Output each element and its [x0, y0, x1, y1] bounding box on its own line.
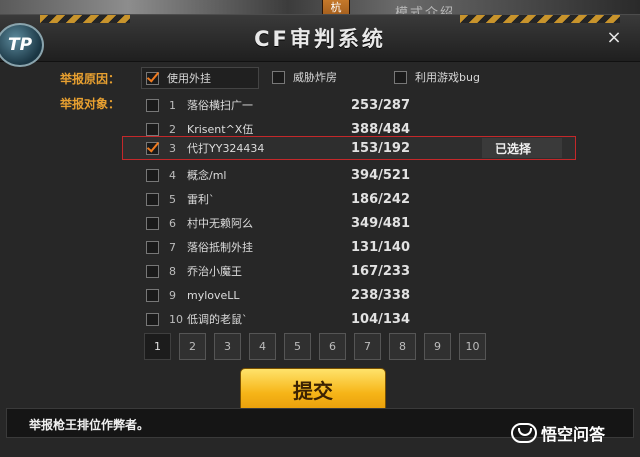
watermark: 悟空问答	[511, 421, 605, 445]
player-index: 10	[169, 312, 183, 326]
footer-message: 举报枪王排位作弊者。	[29, 418, 150, 432]
player-row-selected[interactable]: 3 代打YY324434 153/192 已选择	[146, 137, 578, 159]
reason-option-threat[interactable]: 威胁炸房	[272, 67, 337, 87]
player-row[interactable]: 10 低调的老鼠` 104/134	[146, 308, 578, 330]
player-name: 雷利`	[187, 193, 215, 206]
player-index: 5	[169, 192, 176, 206]
player-name: 落俗抵制外挂	[187, 241, 253, 254]
player-name: Krisent^X伍	[187, 123, 254, 136]
page-button-7[interactable]: 7	[354, 333, 381, 360]
report-target-label: 举报对象：	[60, 97, 121, 111]
selected-tag: 已选择	[495, 141, 532, 156]
page-button-10[interactable]: 10	[459, 333, 486, 360]
player-score: 349/481	[351, 215, 411, 231]
checkbox-checked-icon[interactable]	[146, 71, 159, 85]
player-row[interactable]: 7 落俗抵制外挂 131/140	[146, 236, 578, 258]
player-row[interactable]: 8 乔治小魔王 167/233	[146, 260, 578, 282]
player-row[interactable]: 4 概念/ml 394/521	[146, 164, 578, 186]
pagination: 1 2 3 4 5 6 7 8 9 10	[144, 333, 494, 360]
title-bar: TP CF审判系统 ×	[0, 15, 640, 67]
player-index: 7	[169, 240, 176, 254]
report-reason-label: 举报原因：	[60, 72, 121, 86]
player-index: 9	[169, 288, 176, 302]
reason-option-bug[interactable]: 利用游戏bug	[394, 67, 480, 87]
page-button-1[interactable]: 1	[144, 333, 171, 360]
hazard-stripe-left	[40, 15, 130, 23]
reason-option-label: 利用游戏bug	[415, 71, 480, 84]
player-index: 8	[169, 264, 176, 278]
player-row[interactable]: 5 雷利` 186/242	[146, 188, 578, 210]
player-name: myloveLL	[187, 288, 240, 302]
checkbox-icon[interactable]	[146, 168, 159, 182]
player-name: 落俗横扫广一	[187, 99, 253, 112]
player-name: 代打YY324434	[187, 142, 265, 155]
player-index: 4	[169, 168, 176, 182]
checkbox-icon[interactable]	[146, 122, 159, 136]
player-row[interactable]: 9 myloveLL 238/338	[146, 284, 578, 306]
page-button-2[interactable]: 2	[179, 333, 206, 360]
player-name: 乔治小魔王	[187, 265, 242, 278]
player-name: 村中无赖阿么	[187, 217, 253, 230]
close-icon[interactable]: ×	[604, 28, 624, 48]
page-button-9[interactable]: 9	[424, 333, 451, 360]
reason-option-label: 使用外挂	[167, 72, 211, 85]
player-score: 131/140	[351, 239, 411, 255]
checkbox-icon[interactable]	[394, 70, 407, 84]
player-score: 238/338	[351, 287, 411, 303]
reason-option-label: 威胁炸房	[293, 71, 337, 84]
checkbox-icon[interactable]	[146, 312, 159, 326]
watermark-text: 悟空问答	[541, 425, 606, 444]
background-tab-text: 杭	[330, 1, 342, 14]
report-dialog: TP CF审判系统 × 举报原因： 使用外挂 威胁炸房 利用游戏bug 举报对象…	[0, 14, 640, 457]
player-name: 低调的老鼠`	[187, 313, 248, 326]
player-score: 388/484	[351, 121, 411, 137]
checkbox-icon[interactable]	[146, 264, 159, 278]
player-score: 153/192	[351, 140, 411, 156]
player-index: 1	[169, 98, 176, 112]
player-index: 2	[169, 122, 176, 136]
page-button-3[interactable]: 3	[214, 333, 241, 360]
checkbox-icon[interactable]	[146, 98, 159, 112]
wukong-logo-icon	[511, 423, 537, 443]
hazard-stripe-right	[460, 15, 620, 23]
page-button-6[interactable]: 6	[319, 333, 346, 360]
page-button-5[interactable]: 5	[284, 333, 311, 360]
player-score: 167/233	[351, 263, 411, 279]
player-score: 186/242	[351, 191, 411, 207]
checkbox-icon[interactable]	[146, 216, 159, 230]
reason-option-cheat[interactable]: 使用外挂	[141, 67, 259, 89]
checkbox-checked-icon[interactable]	[146, 141, 159, 155]
checkbox-icon[interactable]	[146, 240, 159, 254]
player-score: 253/287	[351, 97, 411, 113]
page-button-8[interactable]: 8	[389, 333, 416, 360]
dialog-title: CF审判系统	[254, 27, 386, 51]
checkbox-icon[interactable]	[146, 288, 159, 302]
player-score: 104/134	[351, 311, 411, 327]
checkbox-icon[interactable]	[146, 192, 159, 206]
player-name: 概念/ml	[187, 169, 227, 182]
player-row[interactable]: 1 落俗横扫广一 253/287	[146, 94, 578, 116]
player-index: 3	[169, 141, 176, 155]
player-score: 394/521	[351, 167, 411, 183]
player-row[interactable]: 6 村中无赖阿么 349/481	[146, 212, 578, 234]
checkbox-icon[interactable]	[272, 70, 285, 84]
player-index: 6	[169, 216, 176, 230]
page-button-4[interactable]: 4	[249, 333, 276, 360]
